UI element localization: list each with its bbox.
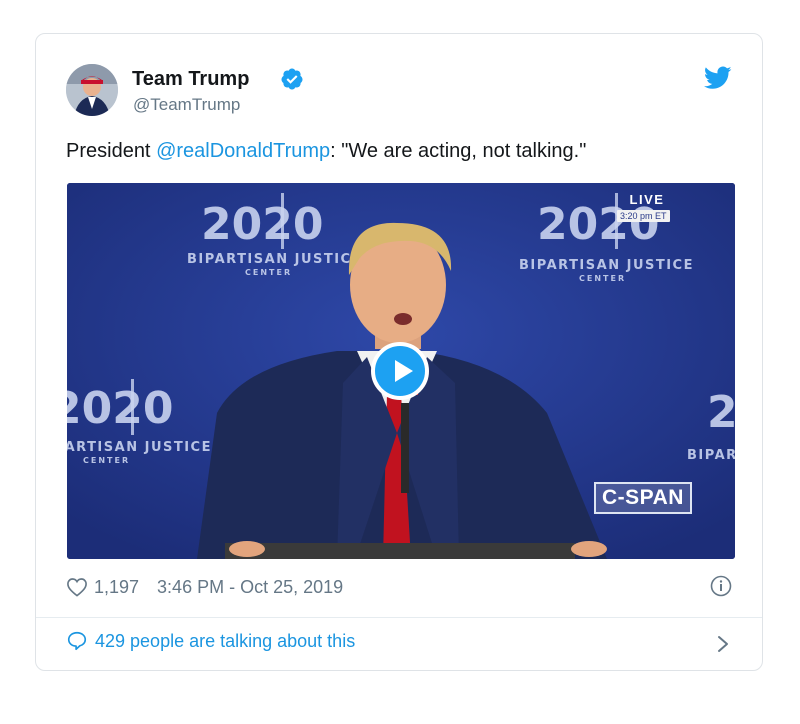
conversation-link[interactable]: 429 people are talking about this <box>66 630 355 652</box>
video-player[interactable]: 2020 BIPARTISAN JUSTICE CENTER 2020 BIPA… <box>67 183 735 559</box>
tweet-text-quote: : "We are acting, not talking." <box>330 140 587 162</box>
speech-bubble-icon <box>67 631 87 651</box>
backdrop-logo-line: BIPARTISAN JUSTICE <box>67 440 212 455</box>
twitter-bird-icon[interactable] <box>704 66 732 90</box>
live-badge: LIVE <box>629 192 665 207</box>
verified-badge-icon <box>281 68 303 90</box>
backdrop-logo-line: CENTER <box>579 274 626 283</box>
divider <box>36 617 762 618</box>
tweet-card[interactable]: Team Trump @TeamTrump President @realDon… <box>35 33 763 671</box>
conversation-count[interactable]: 429 people are talking about this <box>95 631 355 652</box>
author-handle[interactable]: @TeamTrump <box>133 95 240 115</box>
backdrop-logo-number: 2020 <box>67 383 173 434</box>
backdrop-logo-number: 2020 <box>707 387 735 438</box>
cspan-logo: C-SPAN <box>594 482 692 514</box>
play-button[interactable] <box>371 342 429 400</box>
backdrop-logo-line: CENTER <box>83 456 130 465</box>
author-avatar[interactable] <box>66 64 118 116</box>
tweet-timestamp[interactable]: 3:46 PM - Oct 25, 2019 <box>157 577 343 598</box>
tweet-text: President @realDonaldTrump: "We are acti… <box>66 140 586 163</box>
chevron-right-icon[interactable] <box>716 634 730 654</box>
heart-icon[interactable] <box>66 577 88 597</box>
author-name[interactable]: Team Trump <box>132 68 249 91</box>
backdrop-logo-line: BIPARTISAN JUSTICE <box>687 448 735 463</box>
like-count[interactable]: 1,197 <box>94 577 139 598</box>
backdrop-logo-number: 2020 <box>201 199 323 250</box>
live-time: 3:20 pm ET <box>617 210 670 222</box>
backdrop-logo-line: BIPARTISAN JUSTICE <box>519 258 694 273</box>
backdrop-logo-line: BIPARTISAN JUSTICE <box>187 252 362 267</box>
info-icon[interactable] <box>710 575 732 597</box>
tweet-meta: 1,197 3:46 PM - Oct 25, 2019 <box>66 572 343 602</box>
mention-link[interactable]: @realDonaldTrump <box>156 140 330 162</box>
backdrop-logo-line: CENTER <box>245 268 292 277</box>
tweet-text-prefix: President <box>66 140 157 162</box>
